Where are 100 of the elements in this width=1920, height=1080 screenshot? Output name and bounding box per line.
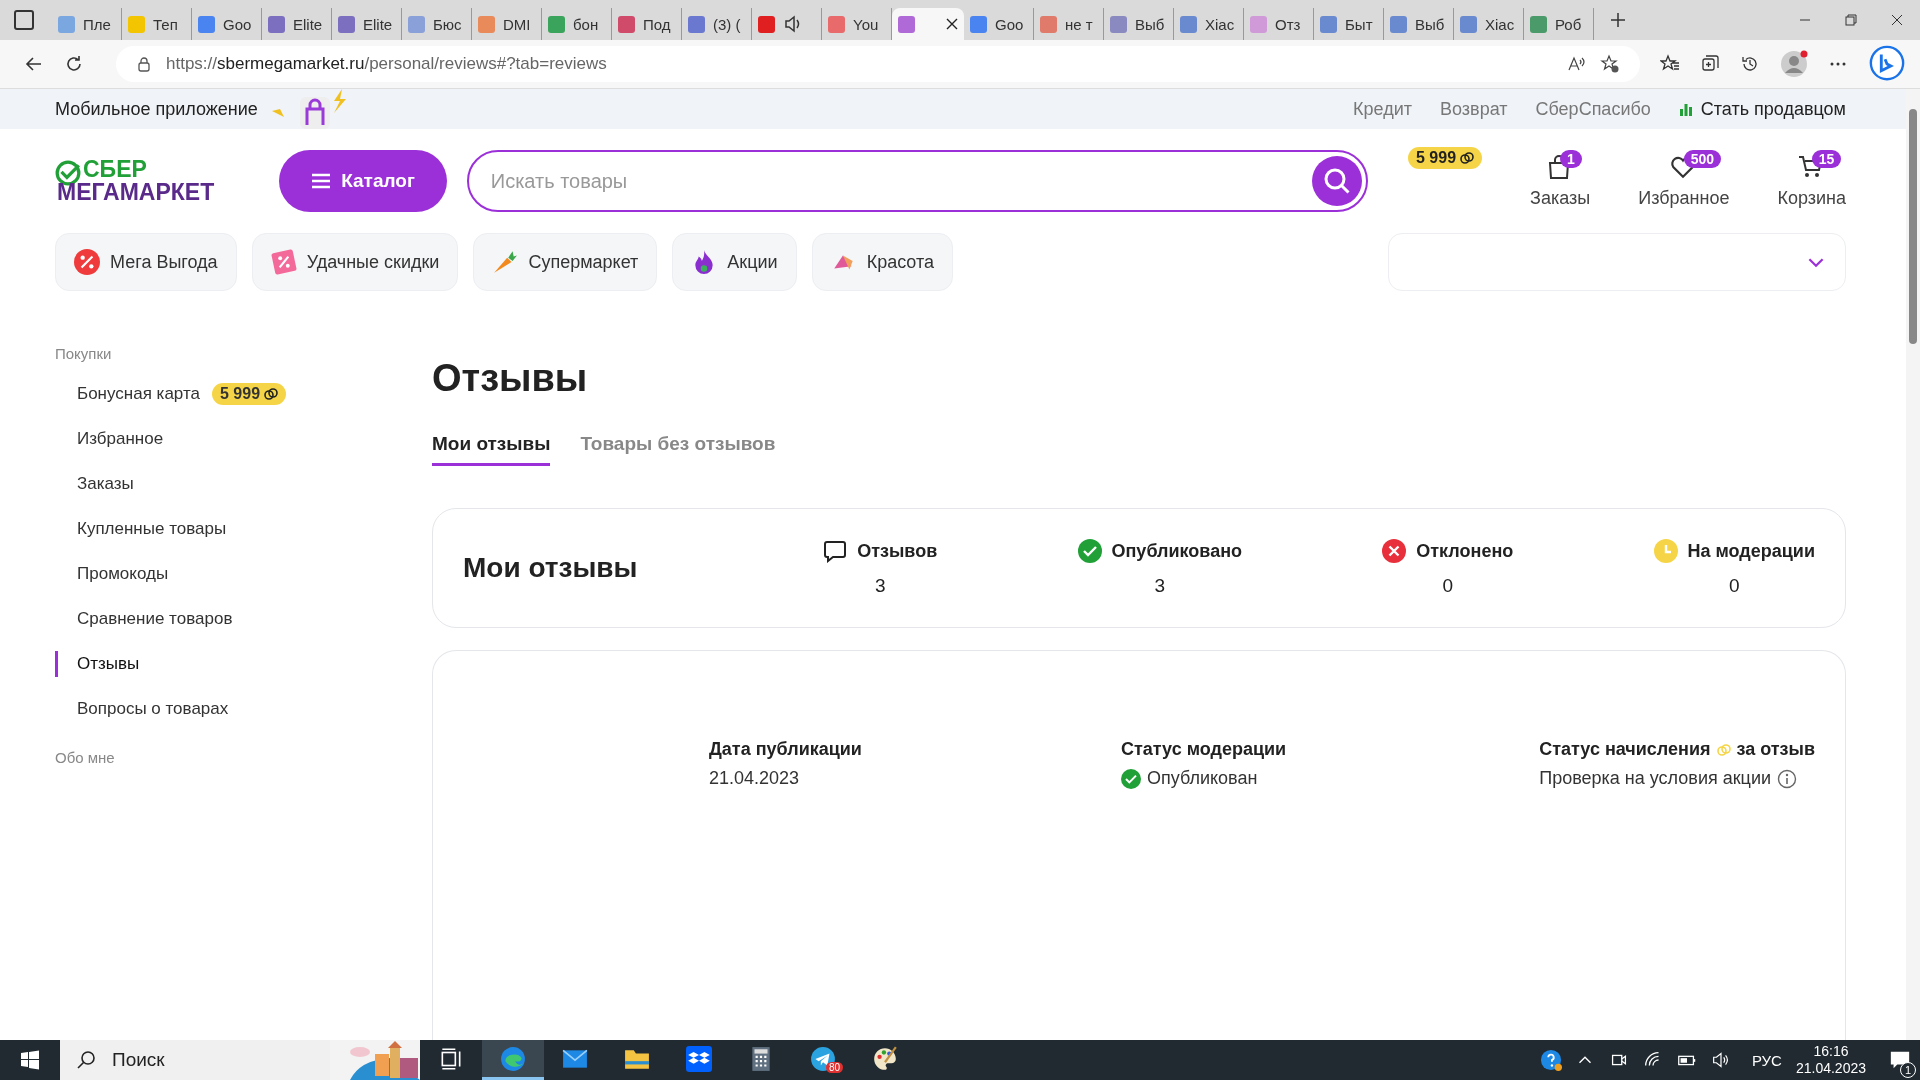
sidebar-item[interactable]: Избранное	[55, 416, 432, 461]
category-chip[interactable]: Мега Выгода	[55, 233, 237, 291]
scrollbar[interactable]	[1906, 89, 1920, 1040]
check-circle-icon	[1121, 768, 1141, 789]
bonus-badge: 5 999	[212, 382, 287, 405]
cross-circle-icon	[1382, 539, 1407, 563]
tab-title: не т	[1065, 15, 1093, 33]
bonus-status: Проверка на условия акции	[1539, 768, 1771, 789]
notifications-button[interactable]: 1	[1880, 1040, 1920, 1080]
tab-actions-icon[interactable]	[14, 10, 34, 30]
stat-value: 3	[874, 575, 886, 597]
close-icon[interactable]	[946, 18, 958, 30]
clock-icon	[1653, 539, 1678, 563]
tab-title: Elite	[363, 15, 393, 33]
copilot-icon[interactable]	[1868, 45, 1906, 83]
stat-label: Опубликовано	[1111, 540, 1243, 562]
comment-icon	[823, 539, 848, 563]
search-icon	[76, 1050, 96, 1070]
sidebar-item[interactable]: Купленные товары	[55, 506, 432, 551]
lock-icon[interactable]	[136, 56, 152, 72]
sidebar-item[interactable]: Бонусная карта 5 999	[55, 371, 432, 416]
stat-label: Отзывов	[857, 540, 938, 562]
tab-title: Elite	[293, 15, 323, 33]
tab-title: Под	[643, 15, 671, 33]
logo-text: СБЕР	[83, 158, 148, 181]
tab-title: Отз	[1275, 15, 1301, 33]
stat-value: 0	[1442, 575, 1454, 597]
top-link[interactable]: Возврат	[1440, 98, 1508, 120]
tab-title: Goo	[223, 15, 252, 33]
tab[interactable]: Мои отзывы	[432, 433, 551, 466]
page-title: Отзывы	[432, 357, 589, 401]
tab-title: бон	[573, 15, 599, 33]
coin-icon	[1716, 742, 1731, 757]
field-label: Дата публикации	[709, 739, 863, 760]
tab-title: Xiac	[1205, 15, 1235, 33]
category-chip[interactable]: Красота	[811, 233, 954, 291]
sidebar-item[interactable]: Заказы	[55, 461, 432, 506]
taskbar-app[interactable]: 80	[792, 1040, 854, 1080]
logo-text: МЕГАМАРКЕТ	[57, 181, 215, 204]
category-chip[interactable]: Акции	[672, 233, 797, 291]
catalog-button[interactable]: Каталог	[279, 150, 447, 212]
moderation-status: Опубликован	[1147, 768, 1258, 789]
tab-title: You	[853, 15, 879, 33]
tab-title: Выб	[1415, 15, 1445, 33]
dropbox-icon	[686, 1045, 712, 1072]
refresh-icon[interactable]	[64, 54, 84, 74]
tab-title: Выб	[1135, 15, 1165, 33]
become-seller-link[interactable]: Стать продавцом	[1700, 98, 1846, 120]
sidebar-section-title: Покупки	[55, 345, 113, 364]
tab-title: Теп	[153, 15, 178, 33]
input-language[interactable]: РУС	[1751, 1051, 1782, 1069]
sidebar-item[interactable]: Вопросы о товарах	[55, 686, 432, 731]
field-label: за отзыв	[1736, 739, 1815, 760]
app-promo-link[interactable]: Мобильное приложение	[55, 98, 258, 120]
sidebar-item[interactable]: Промокоды	[55, 551, 432, 596]
coin-icon	[264, 386, 279, 401]
sidebar-section-title: Обо мне	[55, 749, 116, 768]
new-tab-icon[interactable]	[1610, 12, 1626, 28]
tab-title: Xiac	[1485, 15, 1515, 33]
percent-icon	[74, 249, 100, 275]
clock[interactable]: 16:16 21.04.2023	[1795, 1043, 1866, 1077]
tab-title: Роб	[1555, 15, 1582, 33]
stat-label: На модерации	[1687, 540, 1815, 562]
tab[interactable]: Товары без отзывов	[580, 433, 776, 466]
top-link[interactable]: СберСпасибо	[1535, 98, 1651, 120]
bonus-badge[interactable]: 5 999	[1408, 147, 1483, 169]
check-circle-icon	[1077, 539, 1102, 563]
palette-icon	[872, 1045, 898, 1072]
chart-bars-icon	[1678, 102, 1693, 116]
card-title: Мои отзывы	[463, 552, 639, 584]
search-bar[interactable]: Искать товары	[466, 150, 1368, 212]
chevron-down-icon	[1807, 256, 1825, 268]
profile-icon[interactable]	[1780, 50, 1808, 78]
sidebar-item[interactable]: Сравнение товаров	[55, 596, 432, 641]
coin-icon	[1460, 151, 1475, 165]
stat-value: 3	[1154, 575, 1166, 597]
discount-tag-icon	[270, 249, 297, 275]
tab-title: Goo	[995, 15, 1024, 33]
stat-label: Отклонено	[1416, 540, 1514, 562]
add-favorite-icon[interactable]	[1600, 54, 1620, 74]
tab-title: Бюс	[433, 15, 462, 33]
url-text[interactable]: https://sbermegamarket.ru/personal/reviews#?tab=reviews	[166, 54, 607, 74]
category-chip[interactable]: Супермаркет	[473, 233, 658, 291]
publication-date: 21.04.2023	[709, 768, 801, 789]
count-badge: 1	[1560, 149, 1582, 168]
tab-title: DMI	[503, 15, 531, 33]
carrot-icon	[492, 249, 519, 275]
search-icon[interactable]	[1312, 156, 1362, 206]
field-label: Статус начисления	[1539, 739, 1711, 760]
history-icon[interactable]	[1740, 54, 1760, 74]
info-icon[interactable]	[1777, 768, 1797, 789]
count-badge: 500	[1683, 149, 1722, 168]
top-link[interactable]: Кредит	[1353, 98, 1412, 120]
taskbar-search-field[interactable]: Поиск	[60, 1040, 420, 1080]
category-chip[interactable]: Удачные скидки	[251, 233, 459, 291]
address-bar[interactable]: https://sbermegamarket.ru/personal/reviews#?tab=reviews	[116, 46, 1640, 82]
edge-icon	[500, 1045, 526, 1072]
menu-icon	[311, 173, 332, 189]
help-icon[interactable]	[1539, 1049, 1562, 1071]
collections-icon[interactable]	[1700, 54, 1720, 74]
